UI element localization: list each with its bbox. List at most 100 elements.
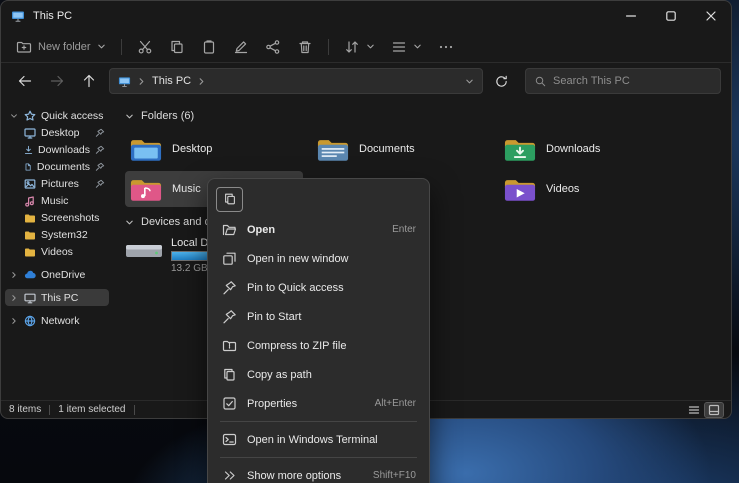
folder-tile-documents[interactable]: Documents <box>312 131 490 167</box>
menu-item-pin-to-start[interactable]: Pin to Start <box>212 302 425 331</box>
open-new-window-icon <box>221 251 237 266</box>
terminal-icon <box>221 432 237 447</box>
search-box[interactable] <box>525 68 721 94</box>
address-bar[interactable]: This PC <box>109 68 483 94</box>
rename-icon <box>233 39 249 55</box>
sidebar-item-screenshots[interactable]: Screenshots <box>5 209 109 226</box>
breadcrumb-this-pc[interactable]: This PC <box>152 75 191 87</box>
large-icons-view-button[interactable] <box>705 403 723 417</box>
chevron-down-icon <box>366 42 375 51</box>
sidebar-item-music[interactable]: Music <box>5 192 109 209</box>
quick-copy-button[interactable] <box>216 187 243 212</box>
up-button[interactable] <box>75 68 103 94</box>
rename-button[interactable] <box>226 34 256 60</box>
menu-item-open-in-windows-terminal[interactable]: Open in Windows Terminal <box>212 425 425 454</box>
sidebar-item-pictures[interactable]: Pictures <box>5 175 109 192</box>
view-button[interactable] <box>384 34 429 60</box>
new-folder-button[interactable]: New folder <box>9 34 113 60</box>
sidebar-label: OneDrive <box>41 269 85 281</box>
sort-button[interactable] <box>337 34 382 60</box>
sidebar-item-network[interactable]: Network <box>5 312 109 329</box>
folder-icon <box>24 246 36 258</box>
window-controls <box>611 1 731 31</box>
window-title: This PC <box>33 10 72 22</box>
refresh-button[interactable] <box>487 68 515 94</box>
folders-section-header[interactable]: Folders (6) <box>125 107 731 125</box>
chevron-right-icon[interactable] <box>9 294 19 302</box>
folder-tile-desktop[interactable]: Desktop <box>125 131 303 167</box>
titlebar[interactable]: This PC <box>1 1 731 31</box>
copy-button[interactable] <box>162 34 192 60</box>
folder-icon <box>24 229 36 241</box>
this-pc-window-icon <box>11 9 25 23</box>
sidebar-item-quick-access[interactable]: Quick access <box>5 107 109 124</box>
maximize-button[interactable] <box>651 1 691 31</box>
cut-button[interactable] <box>130 34 160 60</box>
maximize-icon <box>666 11 676 21</box>
menu-item-open-in-new-window[interactable]: Open in new window <box>212 244 425 273</box>
sidebar-label: Network <box>41 315 80 327</box>
close-button[interactable] <box>691 1 731 31</box>
sidebar-item-videos[interactable]: Videos <box>5 243 109 260</box>
sidebar-item-onedrive[interactable]: OneDrive <box>5 266 109 283</box>
properties-icon <box>221 396 237 411</box>
onedrive-cloud-icon <box>24 269 36 281</box>
sidebar-label: Downloads <box>38 144 90 156</box>
sidebar-label: This PC <box>41 292 78 304</box>
search-input[interactable] <box>553 75 712 87</box>
menu-item-pin-to-quick-access[interactable]: Pin to Quick access <box>212 273 425 302</box>
sidebar-item-downloads[interactable]: Downloads <box>5 141 109 158</box>
context-menu-quick-actions <box>212 183 425 215</box>
menu-item-shortcut: Enter <box>392 224 416 235</box>
download-icon <box>24 144 33 156</box>
chevron-right-icon[interactable] <box>9 271 19 279</box>
minimize-icon <box>626 11 636 21</box>
chevron-right-icon[interactable] <box>9 317 19 325</box>
folder-name: Documents <box>359 143 415 155</box>
copy-path-icon <box>221 367 237 382</box>
share-button[interactable] <box>258 34 288 60</box>
forward-button[interactable] <box>43 68 71 94</box>
menu-item-show-more-options[interactable]: Show more options Shift+F10 <box>212 461 425 483</box>
menu-item-compress-to-zip[interactable]: Compress to ZIP file <box>212 331 425 360</box>
copy-icon <box>223 192 237 206</box>
menu-item-label: Copy as path <box>247 369 312 381</box>
sidebar-item-desktop[interactable]: Desktop <box>5 124 109 141</box>
share-icon <box>265 39 281 55</box>
menu-item-shortcut: Alt+Enter <box>375 398 416 409</box>
minimize-button[interactable] <box>611 1 651 31</box>
star-icon <box>24 110 36 122</box>
forward-icon <box>49 73 65 89</box>
sidebar-label: Desktop <box>41 127 80 139</box>
delete-button[interactable] <box>290 34 320 60</box>
desktop-folder-icon <box>130 136 162 163</box>
toolbar-divider <box>328 39 329 55</box>
sidebar-item-documents[interactable]: Documents <box>5 158 109 175</box>
command-bar: New folder <box>1 31 731 63</box>
paste-button[interactable] <box>194 34 224 60</box>
toolbar-divider <box>121 39 122 55</box>
sidebar-item-system32[interactable]: System32 <box>5 226 109 243</box>
back-button[interactable] <box>11 68 39 94</box>
view-toggle-group <box>685 403 723 417</box>
chevron-right-icon <box>137 77 146 86</box>
menu-item-label: Properties <box>247 398 297 410</box>
see-more-button[interactable] <box>431 34 461 60</box>
folder-tile-downloads[interactable]: Downloads <box>499 131 677 167</box>
folder-name: Downloads <box>546 143 600 155</box>
desktop-wallpaper: This PC New folder <box>0 0 739 483</box>
chevron-down-icon[interactable] <box>9 112 19 120</box>
navigation-bar: This PC <box>1 63 731 99</box>
folder-name: Desktop <box>172 143 212 155</box>
menu-divider <box>220 421 417 422</box>
back-icon <box>17 73 33 89</box>
folder-tile-videos[interactable]: Videos <box>499 171 677 207</box>
menu-item-copy-as-path[interactable]: Copy as path <box>212 360 425 389</box>
menu-item-open[interactable]: Open Enter <box>212 215 425 244</box>
sidebar-label: Screenshots <box>41 212 99 224</box>
pin-icon <box>221 309 237 324</box>
address-dropdown-button[interactable] <box>465 77 474 86</box>
sidebar-item-this-pc[interactable]: This PC <box>5 289 109 306</box>
details-view-button[interactable] <box>685 403 703 417</box>
menu-item-properties[interactable]: Properties Alt+Enter <box>212 389 425 418</box>
